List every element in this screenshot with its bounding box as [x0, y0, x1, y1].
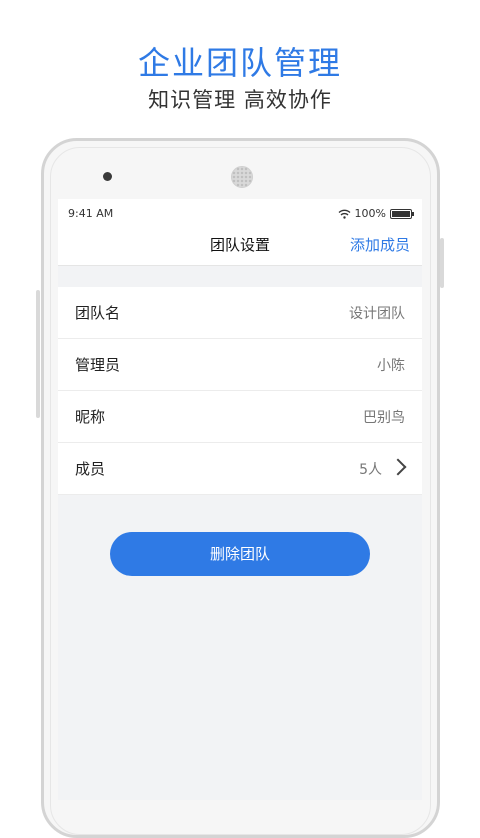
- chevron-right-icon: [389, 458, 407, 476]
- row-value: 小陈: [377, 358, 405, 374]
- phone-side-button-right: [440, 238, 444, 288]
- promo-title: 企业团队管理: [137, 44, 342, 82]
- app-screen: 9:41 AM 100% 团队设置 添加成员 团队名 设计团队 管理员 小陈 昵…: [58, 199, 422, 800]
- admin-row: 管理员 小陈: [58, 339, 422, 391]
- row-label: 管理员: [75, 356, 121, 374]
- row-label: 成员: [75, 460, 106, 478]
- row-value: 5人: [359, 462, 382, 478]
- battery-icon: [390, 208, 414, 219]
- promo-subtitle: 知识管理 高效协作: [148, 88, 332, 112]
- speaker-grille-icon: [231, 166, 253, 188]
- nickname-row: 昵称 巴别鸟: [58, 391, 422, 443]
- row-value: 巴别鸟: [363, 410, 405, 426]
- row-label: 团队名: [75, 304, 121, 322]
- camera-icon: [103, 172, 112, 181]
- row-value: 设计团队: [349, 306, 405, 322]
- team-name-row: 团队名 设计团队: [58, 287, 422, 339]
- add-member-button[interactable]: 添加成员: [350, 234, 410, 255]
- status-right: 100%: [338, 207, 414, 220]
- members-row[interactable]: 成员 5人: [58, 443, 422, 495]
- battery-percent: 100%: [354, 207, 386, 220]
- phone-side-button-left: [36, 290, 40, 418]
- wifi-icon: [338, 209, 350, 219]
- status-time: 9:41 AM: [68, 207, 114, 220]
- nav-bar: 团队设置 添加成员: [58, 227, 422, 266]
- team-settings-list: 团队名 设计团队 管理员 小陈 昵称 巴别鸟 成员 5人: [58, 287, 422, 495]
- status-bar: 9:41 AM 100%: [58, 199, 422, 227]
- delete-team-button[interactable]: 删除团队: [110, 532, 370, 576]
- row-label: 昵称: [75, 408, 106, 426]
